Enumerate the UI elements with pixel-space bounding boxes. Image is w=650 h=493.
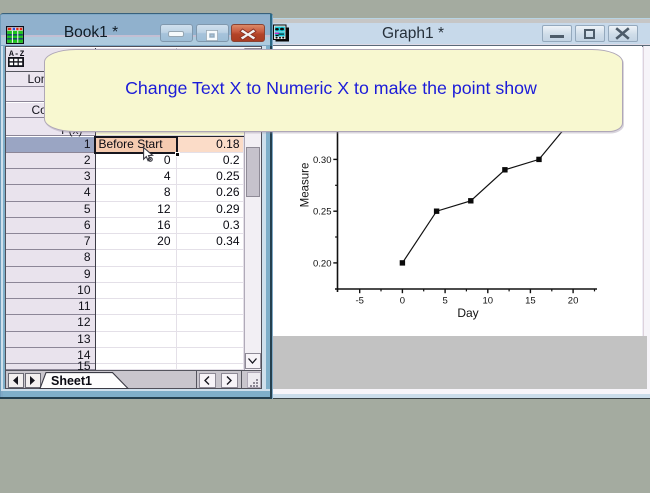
svg-text:10: 10	[483, 296, 494, 307]
svg-text:0: 0	[400, 296, 405, 307]
svg-text:Sheet1: Sheet1	[51, 374, 92, 388]
svg-text:15: 15	[525, 296, 536, 307]
svg-text:-5: -5	[355, 296, 363, 307]
svg-text:Day: Day	[457, 306, 478, 320]
svg-text:0.20: 0.20	[313, 258, 332, 269]
svg-text:0.25: 0.25	[313, 207, 332, 218]
svg-text:0.30: 0.30	[313, 155, 332, 166]
svg-text:Measure: Measure	[300, 163, 312, 208]
svg-text:5: 5	[442, 296, 447, 307]
svg-text:20: 20	[568, 296, 579, 307]
